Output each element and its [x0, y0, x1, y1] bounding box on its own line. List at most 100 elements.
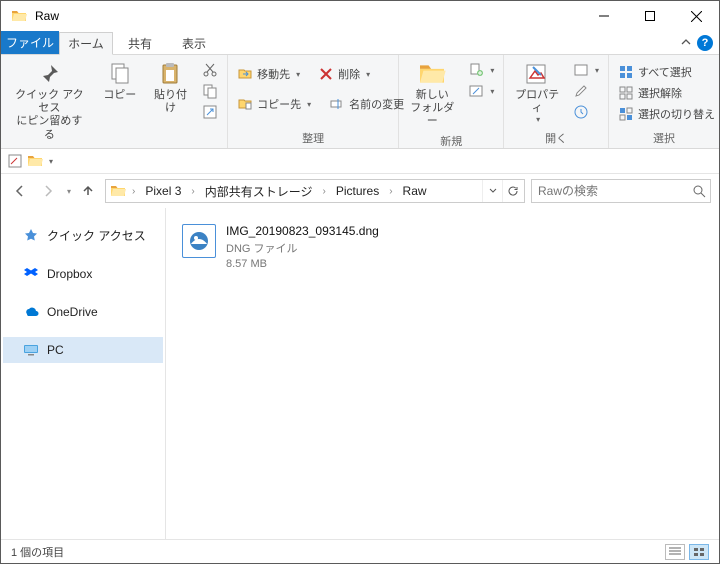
tab-view[interactable]: 表示 — [167, 31, 221, 54]
nav-dropbox[interactable]: Dropbox — [3, 261, 163, 287]
file-name: IMG_20190823_093145.dng — [226, 224, 379, 238]
chevron-down-icon: ▾ — [595, 66, 599, 75]
dropbox-icon — [23, 266, 39, 282]
select-none-button[interactable]: 選択解除 — [615, 84, 718, 102]
rename-icon — [329, 96, 345, 112]
breadcrumb-sep-icon[interactable]: › — [321, 186, 328, 197]
nav-forward-button[interactable] — [37, 180, 59, 202]
breadcrumb-seg[interactable]: 内部共有ストレージ — [199, 180, 319, 202]
help-icon[interactable]: ? — [697, 35, 713, 51]
view-icons-button[interactable] — [689, 544, 709, 560]
copy-path-button[interactable] — [199, 82, 221, 100]
new-item-icon — [468, 62, 484, 78]
select-all-button[interactable]: すべて選択 — [615, 63, 718, 81]
breadcrumb-seg[interactable]: Raw — [397, 180, 433, 202]
search-icon[interactable] — [693, 185, 706, 198]
ribbon-tabs: ファイル ホーム 共有 表示 ? — [1, 31, 719, 55]
ribbon-group-select: すべて選択 選択解除 選択の切り替え 選択 — [609, 55, 719, 148]
nav-onedrive[interactable]: OneDrive — [3, 299, 163, 325]
chevron-down-icon: ▾ — [536, 115, 540, 124]
close-button[interactable] — [673, 1, 719, 31]
chevron-down-icon: ▾ — [366, 70, 370, 79]
file-type: DNG ファイル — [226, 240, 379, 256]
select-none-icon — [618, 85, 634, 101]
file-list: IMG_20190823_093145.dng DNG ファイル 8.57 MB — [166, 208, 719, 539]
breadcrumb-sep-icon[interactable]: › — [130, 186, 137, 197]
breadcrumb-seg[interactable]: Pixel 3 — [139, 180, 187, 202]
breadcrumb-seg[interactable]: Pictures — [330, 180, 385, 202]
refresh-button[interactable] — [502, 180, 522, 202]
paste-shortcut-button[interactable] — [199, 103, 221, 121]
maximize-button[interactable] — [627, 1, 673, 31]
pin-icon — [35, 61, 63, 87]
search-input[interactable] — [538, 184, 693, 198]
chevron-down-icon: ▾ — [296, 70, 300, 79]
nav-up-button[interactable] — [77, 180, 99, 202]
paste-button[interactable]: 貼り付け — [148, 59, 193, 117]
history-icon — [573, 104, 589, 120]
tab-share[interactable]: 共有 — [113, 31, 167, 54]
move-to-button[interactable]: 移動先▾ — [234, 65, 303, 83]
history-button[interactable] — [570, 103, 602, 121]
properties-icon — [523, 61, 551, 87]
navigation-pane: クイック アクセス Dropbox OneDrive PC — [1, 208, 166, 539]
recent-dropdown-icon[interactable]: ▾ — [67, 187, 71, 196]
scissors-icon — [202, 62, 218, 78]
copy-button[interactable]: コピー — [98, 59, 142, 104]
paste-icon — [156, 61, 184, 87]
nav-quick-access[interactable]: クイック アクセス — [3, 222, 163, 249]
cut-button[interactable] — [199, 61, 221, 79]
new-folder-button[interactable]: 新しい フォルダー — [405, 59, 459, 131]
copy-to-button[interactable]: コピー先▾ — [234, 95, 314, 113]
properties-button[interactable]: プロパティ ▾ — [510, 59, 564, 126]
address-bar[interactable]: › Pixel 3 › 内部共有ストレージ › Pictures › Raw — [105, 179, 525, 203]
breadcrumb-root-icon[interactable] — [108, 184, 128, 198]
delete-button[interactable]: 削除▾ — [315, 65, 373, 83]
open-button[interactable]: ▾ — [570, 61, 602, 79]
qat-folder-icon[interactable] — [27, 154, 43, 168]
body: クイック アクセス Dropbox OneDrive PC — [1, 208, 719, 539]
copy-icon — [106, 61, 134, 87]
edit-button[interactable] — [570, 82, 602, 100]
select-all-icon — [618, 64, 634, 80]
chevron-down-icon: ▾ — [307, 100, 311, 109]
chevron-down-icon: ▾ — [490, 87, 494, 96]
onedrive-icon — [23, 304, 39, 320]
view-details-button[interactable] — [665, 544, 685, 560]
breadcrumb-sep-icon[interactable]: › — [189, 186, 196, 197]
search-box[interactable] — [531, 179, 711, 203]
window-title: Raw — [35, 9, 581, 23]
status-bar: 1 個の項目 — [1, 539, 719, 563]
collapse-ribbon-icon[interactable] — [681, 38, 691, 48]
dng-file-icon — [182, 224, 216, 258]
folder-icon — [11, 8, 27, 24]
nav-back-button[interactable] — [9, 180, 31, 202]
breadcrumb-sep-icon[interactable]: › — [387, 186, 394, 197]
file-size: 8.57 MB — [226, 258, 379, 270]
address-row: ▾ › Pixel 3 › 内部共有ストレージ › Pictures › Raw — [1, 174, 719, 208]
easy-access-icon — [468, 83, 484, 99]
window-buttons — [581, 1, 719, 31]
pin-quickaccess-button[interactable]: クイック アクセス にピン留めする — [7, 59, 92, 144]
ribbon-group-new: 新しい フォルダー ▾ ▾ 新規 — [399, 55, 504, 148]
file-item[interactable]: IMG_20190823_093145.dng DNG ファイル 8.57 MB — [178, 220, 707, 274]
tab-home[interactable]: ホーム — [59, 32, 113, 55]
copy-to-icon — [237, 96, 253, 112]
new-folder-icon — [418, 61, 446, 87]
address-dropdown-icon[interactable] — [482, 180, 502, 202]
qat-dropdown-icon[interactable]: ▾ — [49, 157, 53, 166]
new-item-button[interactable]: ▾ — [465, 61, 497, 79]
easy-access-button[interactable]: ▾ — [465, 82, 497, 100]
qat-properties-icon[interactable] — [7, 153, 23, 169]
tab-file[interactable]: ファイル — [1, 31, 59, 54]
ribbon: クイック アクセス にピン留めする コピー 貼り付け クリップボード — [1, 55, 719, 149]
minimize-button[interactable] — [581, 1, 627, 31]
nav-pc[interactable]: PC — [3, 337, 163, 363]
move-icon — [237, 66, 253, 82]
ribbon-group-open: プロパティ ▾ ▾ 開く — [504, 55, 609, 148]
invert-selection-button[interactable]: 選択の切り替え — [615, 105, 718, 123]
chevron-down-icon: ▾ — [490, 66, 494, 75]
rename-button[interactable]: 名前の変更 — [326, 95, 407, 113]
quick-access-toolbar: ▾ — [1, 149, 719, 174]
invert-icon — [618, 106, 634, 122]
